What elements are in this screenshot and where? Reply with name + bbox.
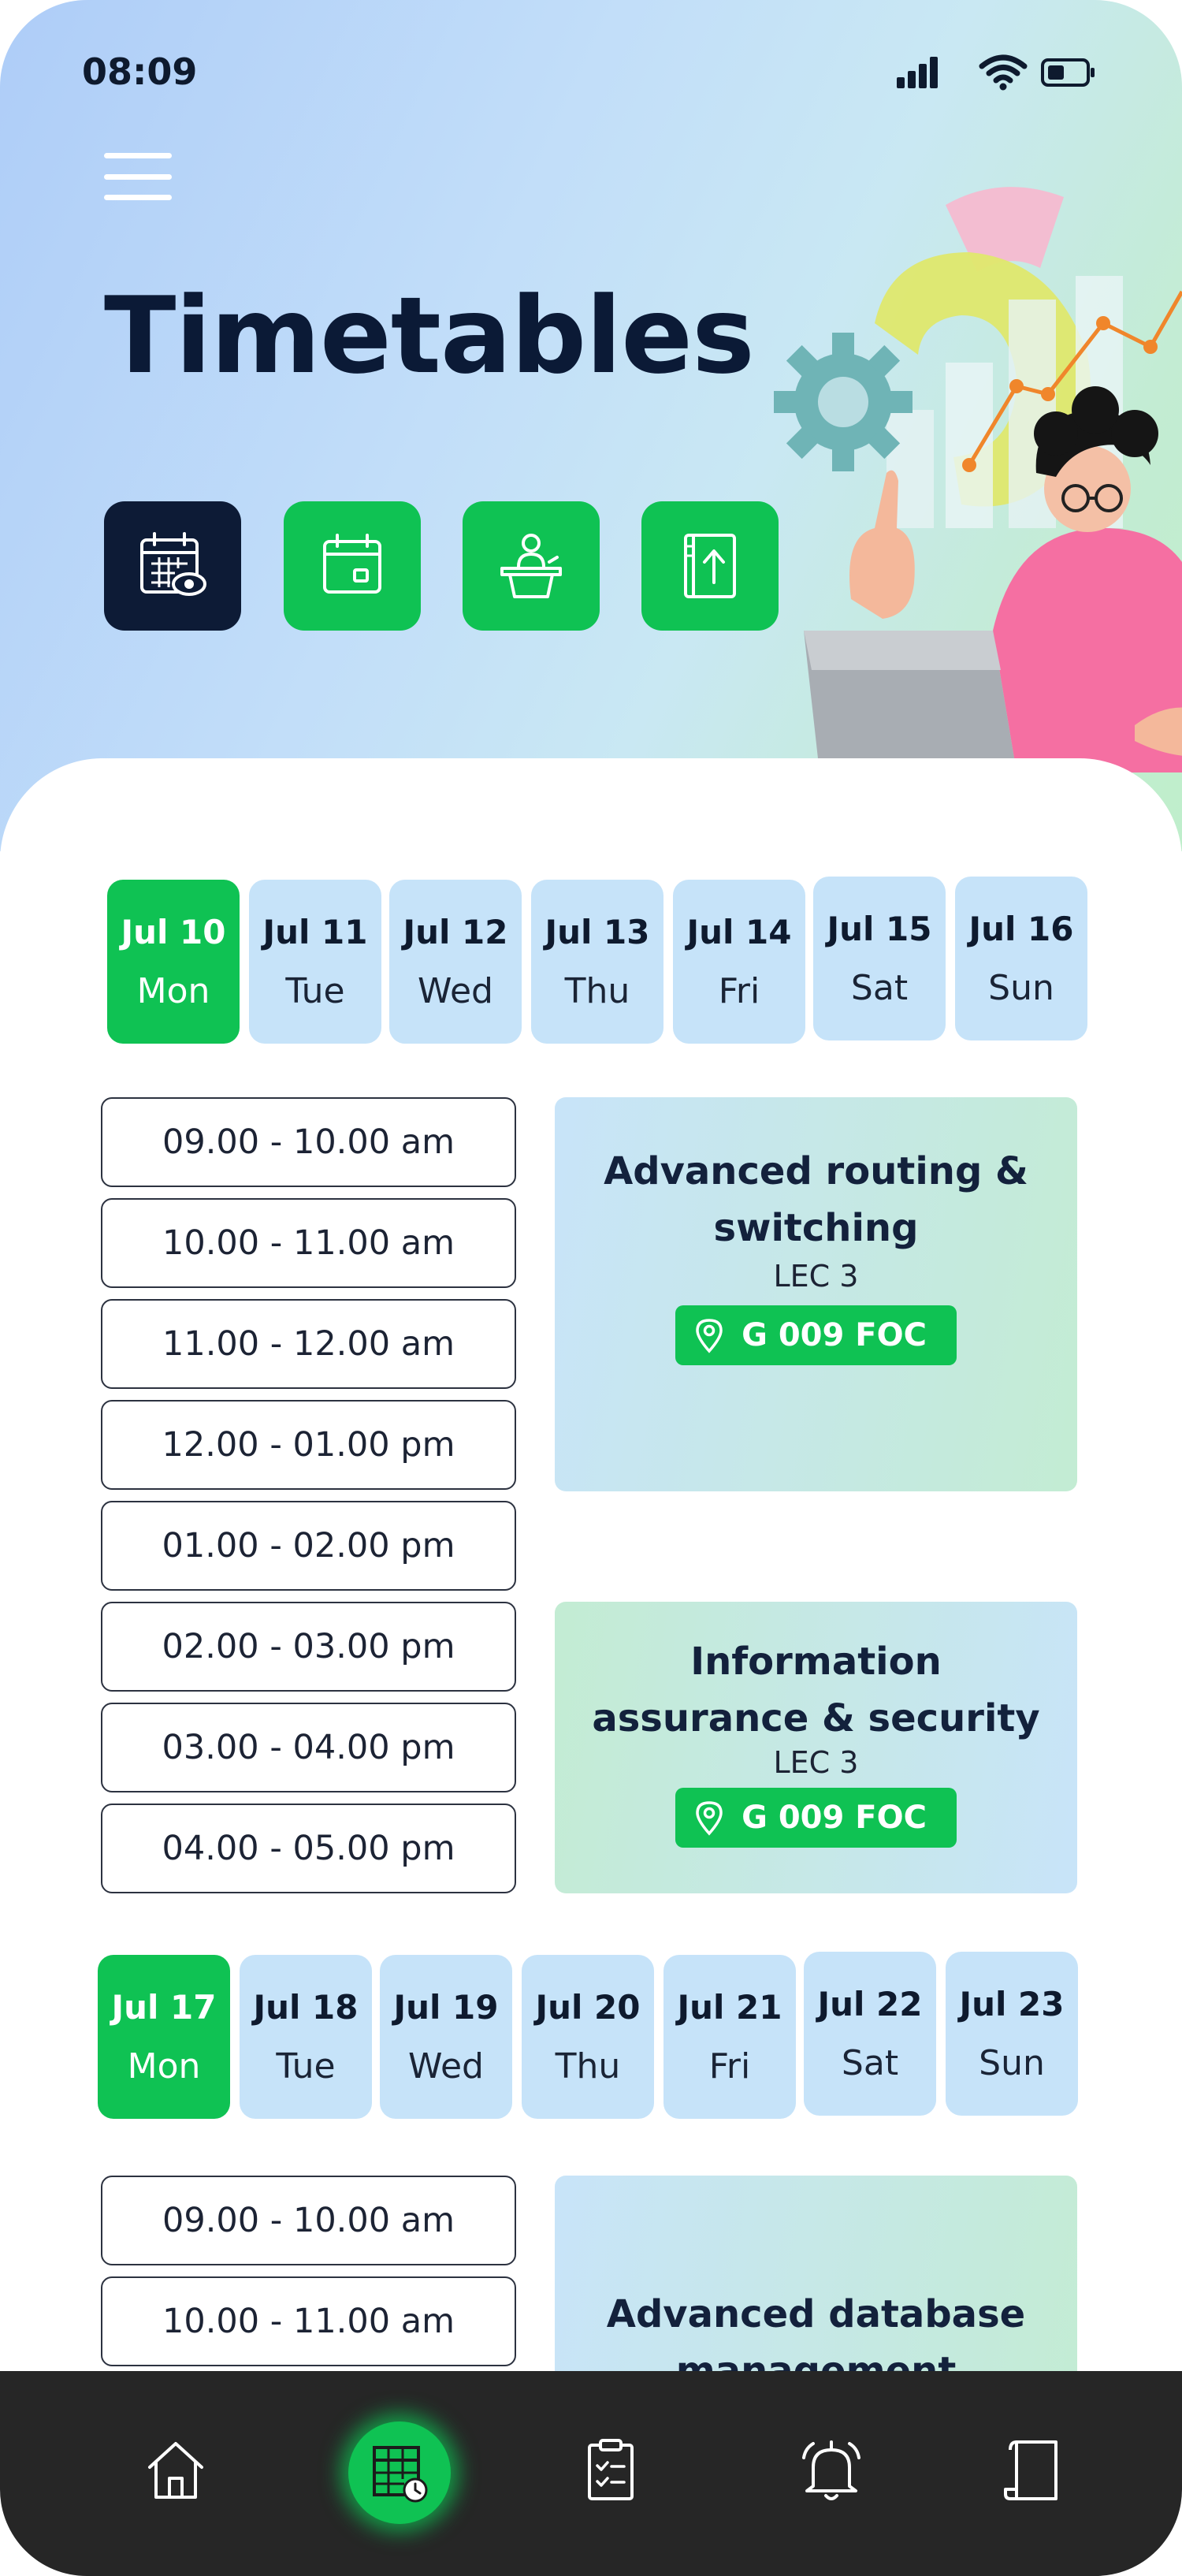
day-tab-jul-20[interactable]: Jul 20 Thu [522, 1955, 654, 2119]
day-tab-jul-18[interactable]: Jul 18 Tue [240, 1955, 372, 2119]
book-upload-icon [684, 534, 736, 598]
nav-timetable[interactable] [348, 2422, 451, 2524]
menu-bar [104, 153, 172, 158]
day-date: Jul 23 [959, 1985, 1065, 2023]
phone-screen: 08:09 Timetables Jul 10 Mon Jul 11 Tue J… [0, 0, 1182, 2576]
day-name: Fri [708, 2046, 751, 2086]
lecture-card[interactable]: Advanced routing & switching LEC 3 G 009… [555, 1097, 1077, 1491]
location-pin-icon [696, 1319, 723, 1353]
status-time: 08:09 [82, 50, 198, 93]
hero-illustration [756, 158, 1182, 772]
bell-icon [802, 2440, 860, 2500]
day-date: Jul 10 [121, 913, 226, 951]
day-date: Jul 15 [827, 910, 932, 948]
time-slot[interactable]: 09.00 - 10.00 am [101, 1097, 516, 1187]
battery-icon [1040, 54, 1097, 91]
header-banner: 08:09 Timetables [0, 0, 1182, 851]
day-name: Mon [127, 2046, 201, 2086]
time-slot[interactable]: 12.00 - 01.00 pm [101, 1400, 516, 1490]
day-name: Sun [988, 968, 1054, 1008]
day-date: Jul 14 [686, 913, 792, 951]
day-date: Jul 18 [253, 1988, 359, 2027]
day-name: Sat [850, 968, 909, 1008]
status-icons [886, 54, 1106, 93]
day-name: Thu [564, 971, 630, 1011]
view-timetable-button[interactable] [104, 501, 241, 631]
time-slot[interactable]: 11.00 - 12.00 am [101, 1299, 516, 1389]
clipboard-icon [588, 2439, 634, 2500]
home-icon [148, 2442, 203, 2499]
time-slot[interactable]: 09.00 - 10.00 am [101, 2176, 516, 2265]
location-pin-icon [696, 1801, 723, 1836]
day-date: Jul 11 [262, 913, 368, 951]
bottom-navigation [0, 2371, 1182, 2576]
lecture-title: switching [713, 1206, 919, 1250]
lecture-card[interactable]: Information assurance & security LEC 3 G… [555, 1602, 1077, 1893]
calendar-button[interactable] [284, 501, 421, 631]
day-name: Thu [555, 2046, 621, 2086]
day-tab-jul-21[interactable]: Jul 21 Fri [663, 1955, 796, 2119]
lecturer-button[interactable] [463, 501, 600, 631]
room-label: G 009 FOC [742, 1317, 927, 1353]
day-name: Wed [418, 971, 493, 1011]
time-slot[interactable]: 01.00 - 02.00 pm [101, 1501, 516, 1591]
day-date: Jul 21 [677, 1988, 782, 2027]
day-tab-jul-15[interactable]: Jul 15 Sat [813, 877, 946, 1040]
day-tab-jul-23[interactable]: Jul 23 Sun [946, 1952, 1078, 2116]
menu-bar [104, 195, 172, 200]
room-badge: G 009 FOC [675, 1305, 957, 1365]
page-title: Timetables [104, 274, 755, 397]
lecture-type: LEC 3 [773, 1745, 859, 1780]
room-label: G 009 FOC [742, 1800, 927, 1836]
day-name: Sat [841, 2043, 899, 2083]
day-name: Sun [979, 2043, 1045, 2083]
day-date: Jul 12 [403, 913, 508, 951]
day-name: Mon [136, 971, 210, 1011]
nav-notifications[interactable] [788, 2426, 875, 2513]
lecturer-podium-icon [500, 534, 562, 598]
day-tab-jul-16[interactable]: Jul 16 Sun [955, 877, 1087, 1040]
calendar-view-icon [140, 532, 206, 596]
lecture-title: Information [690, 1640, 942, 1684]
time-slot[interactable]: 02.00 - 03.00 pm [101, 1602, 516, 1692]
day-date: Jul 16 [968, 910, 1074, 948]
document-icon [1004, 2440, 1057, 2500]
time-slot[interactable]: 04.00 - 05.00 pm [101, 1804, 516, 1893]
day-tab-jul-17[interactable]: Jul 17 Mon [98, 1955, 230, 2119]
day-name: Tue [276, 2046, 336, 2086]
menu-button[interactable] [104, 150, 172, 203]
nav-documents[interactable] [990, 2426, 1076, 2513]
menu-bar [104, 173, 172, 180]
time-slot[interactable]: 10.00 - 11.00 am [101, 1198, 516, 1288]
day-date: Jul 19 [393, 1988, 499, 2027]
day-name: Fri [718, 971, 760, 1011]
day-name: Tue [285, 971, 345, 1011]
day-tab-jul-13[interactable]: Jul 13 Thu [531, 880, 663, 1044]
timetable-content: Jul 10 Mon Jul 11 Tue Jul 12 Wed Jul 13 … [0, 758, 1182, 2491]
calendar-icon [323, 534, 381, 594]
time-slot[interactable]: 03.00 - 04.00 pm [101, 1703, 516, 1792]
day-tab-jul-11[interactable]: Jul 11 Tue [249, 880, 381, 1044]
day-tab-jul-19[interactable]: Jul 19 Wed [380, 1955, 512, 2119]
lecture-title: assurance & security [592, 1696, 1040, 1740]
lecture-type: LEC 3 [773, 1259, 859, 1294]
day-tab-jul-22[interactable]: Jul 22 Sat [804, 1952, 936, 2116]
time-slot[interactable]: 10.00 - 11.00 am [101, 2276, 516, 2366]
day-tab-jul-14[interactable]: Jul 14 Fri [673, 880, 805, 1044]
day-date: Jul 20 [535, 1988, 641, 2027]
day-tab-jul-12[interactable]: Jul 12 Wed [389, 880, 522, 1044]
lecture-title: Advanced routing & [604, 1149, 1028, 1193]
nav-home[interactable] [132, 2426, 219, 2513]
lecture-title: Advanced database [606, 2292, 1026, 2336]
day-date: Jul 13 [545, 913, 650, 951]
day-date: Jul 17 [111, 1988, 217, 2027]
nav-tasks[interactable] [567, 2426, 654, 2513]
wifi-icon [979, 54, 1028, 91]
timetable-icon [373, 2446, 428, 2503]
room-badge: G 009 FOC [675, 1788, 957, 1848]
day-tab-jul-10[interactable]: Jul 10 Mon [107, 880, 240, 1044]
signal-icon [894, 54, 944, 91]
day-name: Wed [408, 2046, 484, 2086]
day-date: Jul 22 [817, 1985, 923, 2023]
